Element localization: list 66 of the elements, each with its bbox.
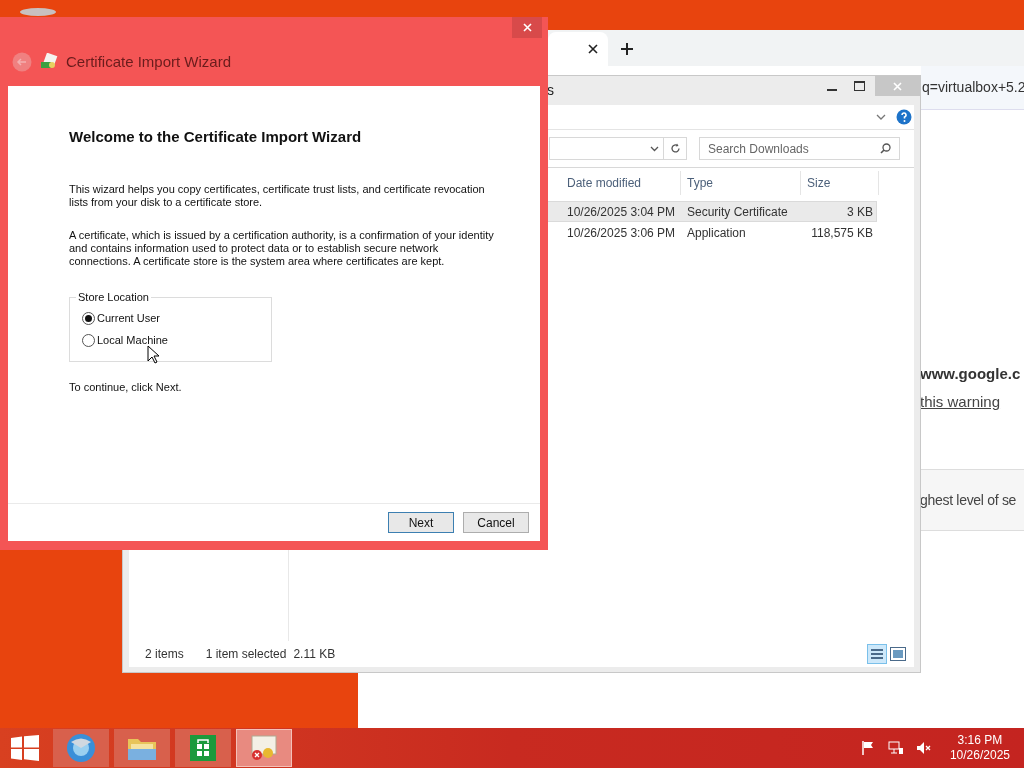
search-input[interactable]: Search Downloads: [708, 139, 880, 158]
date-cell-text: 10/26/2025 3:04 PM: [566, 203, 677, 221]
wizard-heading: Welcome to the Certificate Import Wizard: [69, 128, 362, 146]
window-title: Certificate Import Wizard: [66, 51, 232, 72]
help-icon[interactable]: [896, 109, 912, 125]
address-bar[interactable]: q=virtualbox+5.2: [921, 66, 1024, 110]
group-legend: Store Location: [76, 291, 151, 304]
clock-date[interactable]: 10/26/2025: [949, 748, 1010, 763]
window-title: s: [547, 81, 554, 100]
warning-link[interactable]: this warning: [920, 390, 1024, 413]
radio-button[interactable]: [82, 312, 95, 325]
radio-button[interactable]: [82, 334, 95, 347]
type-cell-text: Security Certificate: [686, 203, 789, 221]
size-cell-text: 3 KB: [846, 203, 873, 221]
network-icon[interactable]: [887, 741, 904, 755]
selection-size: 2.11 KB: [293, 646, 336, 663]
minimize-icon[interactable]: [827, 89, 837, 92]
shopping-bag-icon: [189, 734, 217, 762]
site-text: www.google.c: [920, 364, 1022, 384]
file-row[interactable]: 10/26/2025 3:06 PM Application 118,575 KB: [547, 222, 877, 243]
close-icon: [893, 81, 902, 91]
close-icon: [522, 23, 532, 32]
thumbnail-view-icon[interactable]: [890, 647, 906, 661]
flag-icon[interactable]: [861, 741, 876, 755]
refresh-icon: [669, 143, 681, 154]
item-count: 2 items: [145, 646, 184, 663]
taskbar-app[interactable]: [175, 729, 231, 767]
column-header[interactable]: Type: [681, 171, 801, 195]
size-cell-text: 118,575 KB: [810, 224, 873, 242]
search-icon: [880, 143, 891, 154]
date-cell-text: 10/26/2025 3:06 PM: [566, 224, 677, 242]
file-row[interactable]: 10/26/2025 3:04 PM Security Certificate 3 KB: [547, 201, 877, 222]
maximize-icon[interactable]: [854, 81, 865, 91]
globe-icon: [66, 733, 96, 763]
radio-label: Current User: [97, 312, 160, 325]
address-field[interactable]: [549, 137, 664, 160]
chevron-down-icon[interactable]: [876, 114, 886, 120]
refresh-button[interactable]: [664, 137, 687, 160]
close-icon[interactable]: [588, 44, 598, 54]
chevron-down-icon[interactable]: [650, 145, 659, 152]
continue-hint: To continue, click Next.: [69, 381, 182, 394]
column-header[interactable]: Date modified: [561, 171, 681, 195]
radio-option[interactable]: Local Machine: [82, 334, 271, 347]
certificate-icon: [249, 734, 279, 762]
column-header[interactable]: Size: [801, 171, 879, 195]
taskbar-app[interactable]: [114, 729, 170, 767]
radio-option[interactable]: Current User: [82, 312, 271, 325]
certificate-icon: [40, 53, 58, 71]
start-icon[interactable]: [11, 735, 39, 761]
type-cell-text: Application: [686, 224, 747, 242]
taskbar-app[interactable]: [236, 729, 292, 767]
new-tab-icon[interactable]: [620, 42, 634, 56]
wizard-button[interactable]: Next: [388, 512, 454, 533]
radio-label: Local Machine: [97, 334, 168, 347]
wizard-button[interactable]: Cancel: [463, 512, 529, 533]
mouse-pointer-icon: [147, 345, 159, 364]
wizard-paragraph: This wizard helps you copy certificates, certificate trust lists, and certificate revocation lists from your disk to a certificate store.: [69, 183, 486, 209]
wizard-paragraph: A certificate, which is issued by a certification authority, is a confirmation of your identity and contains information used to protect data or to establish secure network connections. A certificate store is the system area where certificates are kept.: [69, 229, 495, 268]
muted-speaker-icon[interactable]: [915, 741, 932, 755]
search-field[interactable]: Search Downloads: [699, 137, 900, 160]
info-text: ghest level of se: [920, 490, 1017, 510]
details-view-icon[interactable]: [867, 644, 887, 664]
taskbar-app[interactable]: [53, 729, 109, 767]
selection-status: 1 item selected: [205, 646, 287, 663]
clock-time[interactable]: 3:16 PM: [957, 733, 1003, 748]
close-button[interactable]: [512, 17, 542, 38]
